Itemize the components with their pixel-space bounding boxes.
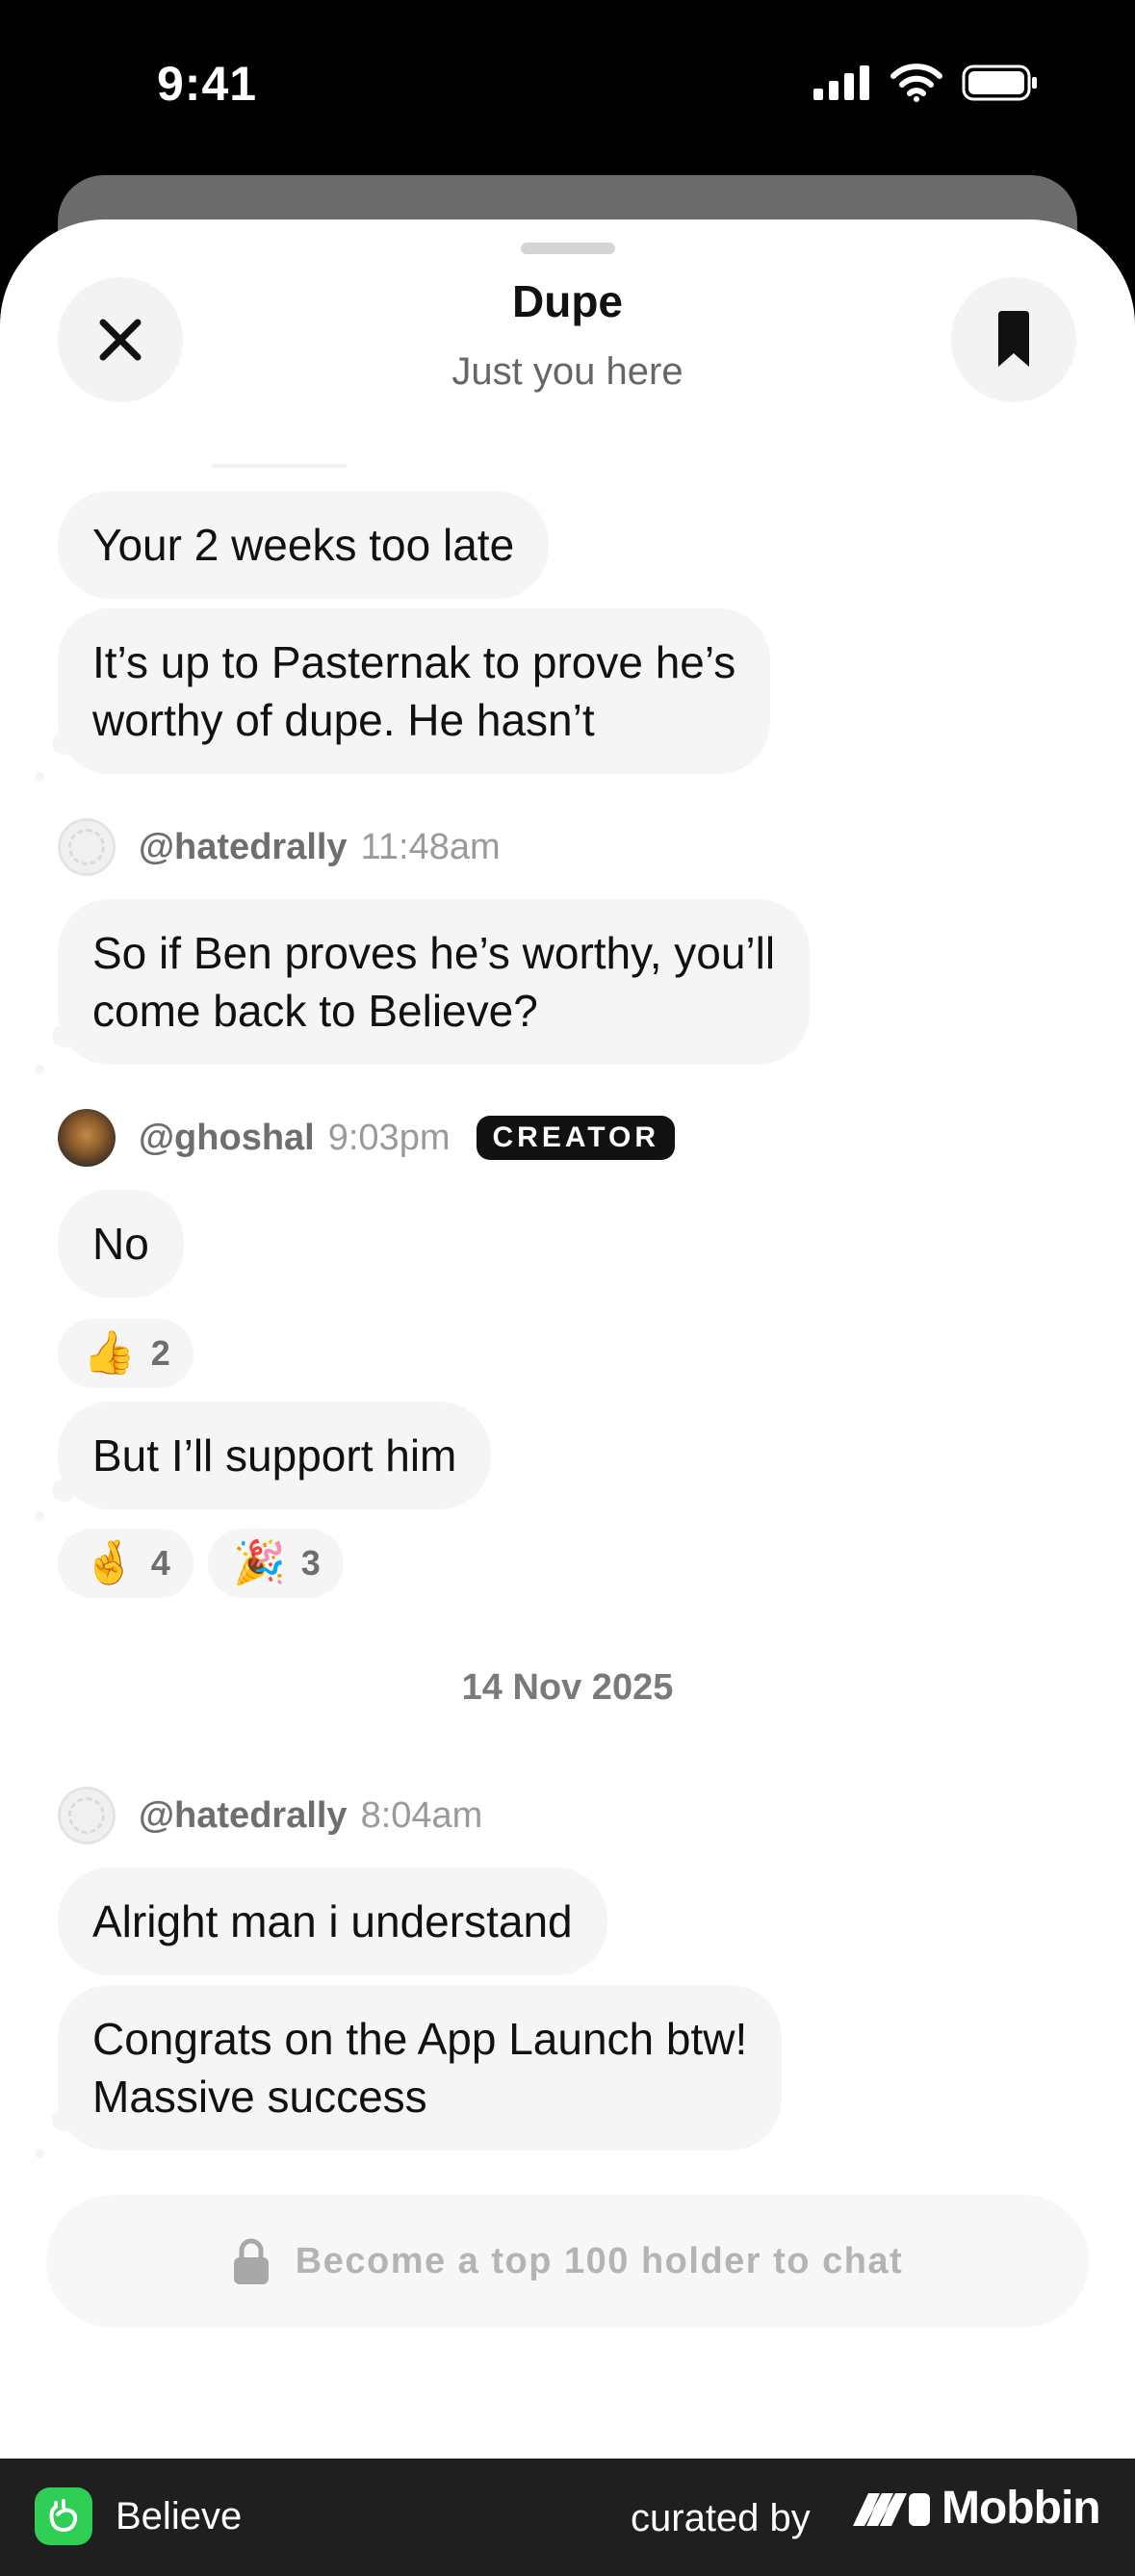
bubble-tail bbox=[52, 1479, 75, 1502]
thumbs-up-icon: 👍 bbox=[83, 1329, 136, 1377]
message-bubble[interactable]: It’s up to Pasternak to prove he’s worth… bbox=[58, 608, 771, 774]
reaction-count: 4 bbox=[150, 1543, 170, 1583]
bubble-tail-dot bbox=[35, 1065, 44, 1074]
bubble-tail bbox=[52, 732, 75, 755]
avatar[interactable] bbox=[58, 1787, 116, 1844]
status-bar: 9:41 bbox=[0, 0, 1135, 173]
bubble-tail-dot bbox=[35, 772, 44, 782]
message-bubble[interactable]: But I’ll support him bbox=[58, 1402, 492, 1509]
message-bubble[interactable]: Alright man i understand bbox=[58, 1868, 607, 1975]
avatar[interactable] bbox=[58, 818, 116, 876]
curated-by-label: curated by bbox=[631, 2497, 811, 2539]
timestamp: 11:48am bbox=[360, 826, 501, 867]
username[interactable]: @hatedrally bbox=[139, 827, 348, 868]
message-bubble[interactable]: So if Ben proves he’s worthy, you’ll com… bbox=[58, 899, 811, 1065]
timestamp: 9:03pm bbox=[327, 1117, 451, 1158]
avatar[interactable] bbox=[58, 1109, 116, 1167]
reaction-chip[interactable]: 🎉 3 bbox=[208, 1529, 344, 1598]
locked-composer[interactable]: Become a top 100 holder to chat bbox=[46, 2195, 1089, 2328]
lock-icon bbox=[233, 2238, 269, 2284]
chat-sheet: Dupe Just you here Your 2 weeks too late… bbox=[0, 219, 1135, 2459]
mobbin-brand: Mobbin bbox=[851, 2482, 1101, 2535]
party-popper-icon: 🎉 bbox=[233, 1539, 286, 1586]
reaction-chip[interactable]: 🤞 4 bbox=[58, 1529, 193, 1598]
bubble-tail-dot bbox=[35, 2149, 44, 2158]
bubble-tail bbox=[52, 1024, 75, 1047]
message-meta: @hatedrally 11:48am bbox=[58, 818, 501, 876]
crossed-fingers-icon: 🤞 bbox=[83, 1539, 136, 1586]
message-bubble[interactable]: Your 2 weeks too late bbox=[58, 491, 550, 599]
status-icons bbox=[813, 64, 1039, 102]
message-meta: @hatedrally 8:04am bbox=[58, 1787, 482, 1844]
bookmark-button[interactable] bbox=[951, 277, 1076, 402]
wifi-icon bbox=[890, 64, 942, 102]
username[interactable]: @hatedrally bbox=[139, 1795, 348, 1837]
reaction-chip[interactable]: 👍 2 bbox=[58, 1319, 193, 1388]
message-meta: @ghoshal 9:03pm CREATOR bbox=[58, 1109, 676, 1167]
username[interactable]: @ghoshal bbox=[139, 1118, 315, 1159]
attribution-footer: Believe curated by Mobbin bbox=[0, 2459, 1135, 2576]
date-separator: 14 Nov 2025 bbox=[461, 1667, 674, 1708]
timestamp: 8:04am bbox=[360, 1794, 483, 1836]
cellular-signal-icon bbox=[813, 65, 869, 100]
status-time: 9:41 bbox=[157, 57, 258, 111]
bookmark-icon bbox=[998, 311, 1029, 367]
battery-icon bbox=[962, 64, 1037, 101]
believe-logo-icon bbox=[49, 2499, 78, 2533]
bubble-tail bbox=[52, 2108, 75, 2131]
believe-app-icon bbox=[35, 2487, 92, 2545]
creator-badge: CREATOR bbox=[477, 1116, 676, 1160]
reaction-count: 2 bbox=[150, 1333, 170, 1373]
locked-composer-text: Become a top 100 holder to chat bbox=[295, 2240, 904, 2281]
app-name: Believe bbox=[116, 2495, 243, 2537]
message-bubble[interactable]: No bbox=[58, 1190, 184, 1298]
mobbin-logo-icon bbox=[853, 2492, 930, 2526]
sheet-grabber[interactable] bbox=[521, 243, 615, 254]
message-bubble[interactable]: Congrats on the App Launch btw! Massive … bbox=[58, 1985, 783, 2151]
bubble-tail-dot bbox=[35, 1511, 44, 1521]
fade-divider bbox=[212, 464, 347, 468]
mobbin-wordmark: Mobbin bbox=[942, 2483, 1101, 2534]
reaction-count: 3 bbox=[300, 1543, 321, 1583]
